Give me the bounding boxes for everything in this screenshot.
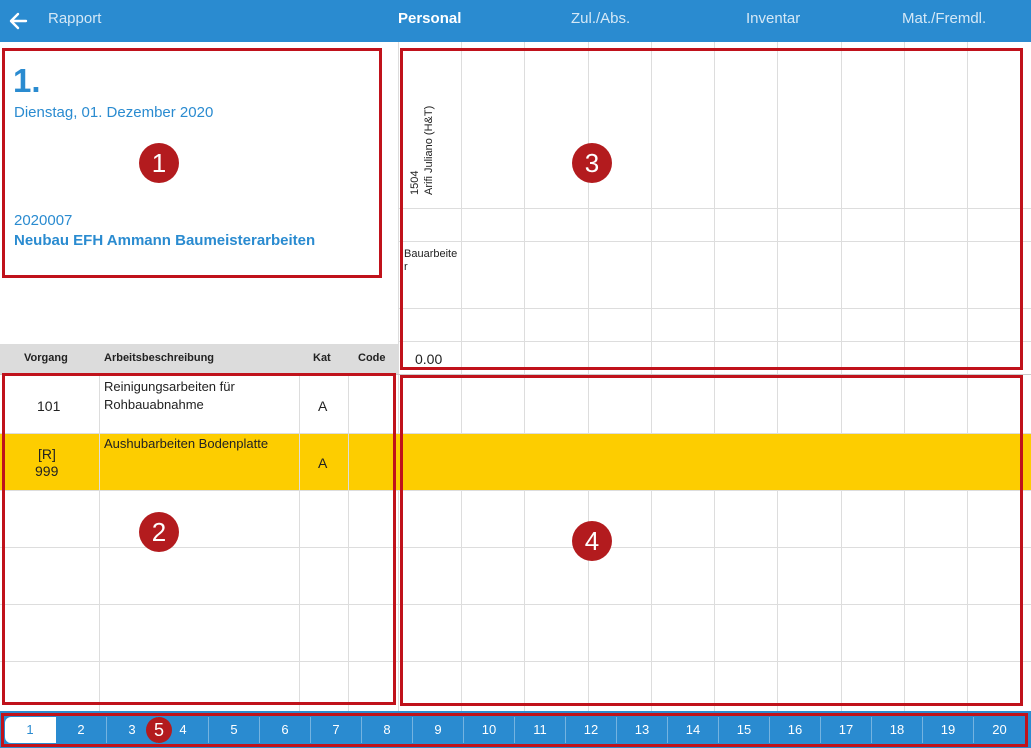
annotation-frame-2 [2, 373, 396, 705]
page-button-1[interactable]: 1 [5, 717, 56, 743]
header-kat: Kat [313, 352, 331, 364]
page-button-11[interactable]: 11 [515, 717, 566, 743]
table-header: Vorgang Arbeitsbeschreibung Kat Code [0, 344, 398, 374]
page-button-2[interactable]: 2 [56, 717, 107, 743]
row-kat: A [318, 398, 328, 414]
annotation-badge-5: 5 [146, 717, 172, 743]
annotation-badge-4: 4 [572, 521, 612, 561]
tab-personal[interactable]: Personal [398, 10, 461, 27]
row-vorgang-line2: 999 [35, 463, 59, 479]
annotation-frame-4 [400, 375, 1023, 706]
back-button-label[interactable]: Rapport [48, 10, 101, 27]
row-kat: A [318, 455, 328, 471]
row-description-line2: Rohbauabnahme [104, 397, 204, 412]
page-button-7[interactable]: 7 [311, 717, 362, 743]
page-button-10[interactable]: 10 [464, 717, 515, 743]
page-button-15[interactable]: 15 [719, 717, 770, 743]
page-button-20[interactable]: 20 [974, 717, 1025, 743]
report-date: Dienstag, 01. Dezember 2020 [14, 104, 214, 121]
worker-number: 1504 [409, 170, 421, 195]
page-button-14[interactable]: 14 [668, 717, 719, 743]
row-description-line1: Aushubarbeiten Bodenplatte [104, 436, 269, 451]
worker-total-hours: 0.00 [415, 351, 443, 367]
header-vorgang: Vorgang [24, 352, 68, 364]
row-vorgang-line1: [R] [38, 446, 56, 462]
annotation-badge-2: 2 [139, 512, 179, 552]
back-arrow-icon[interactable] [6, 8, 32, 34]
row-vorgang: 101 [37, 398, 61, 414]
page-button-6[interactable]: 6 [260, 717, 311, 743]
annotation-badge-1: 1 [139, 143, 179, 183]
annotation-frame-3 [400, 48, 1023, 370]
page-button-13[interactable]: 13 [617, 717, 668, 743]
worker-role: Bauarbeiter [404, 248, 458, 273]
page-button-16[interactable]: 16 [770, 717, 821, 743]
tab-inventar[interactable]: Inventar [746, 10, 800, 27]
project-title: Neubau EFH Ammann Baumeisterarbeiten [14, 232, 316, 249]
page-button-18[interactable]: 18 [872, 717, 923, 743]
row-description-line1: Reinigungsarbeiten für [104, 379, 235, 394]
project-code: 2020007 [14, 212, 73, 229]
page-button-17[interactable]: 17 [821, 717, 872, 743]
page-button-12[interactable]: 12 [566, 717, 617, 743]
page-button-19[interactable]: 19 [923, 717, 974, 743]
page-button-5[interactable]: 5 [209, 717, 260, 743]
header-code: Code [358, 352, 386, 364]
header-arbeitsbeschreibung: Arbeitsbeschreibung [104, 352, 215, 364]
tab-material-fremdleistung[interactable]: Mat./Fremdl. [902, 10, 986, 27]
worker-name[interactable]: Arifi Juliano (H&T) [423, 106, 435, 195]
tab-zulagen-absenzen[interactable]: Zul./Abs. [571, 10, 630, 27]
page-button-8[interactable]: 8 [362, 717, 413, 743]
report-number: 1. [13, 62, 41, 99]
annotation-badge-3: 3 [572, 143, 612, 183]
page-button-9[interactable]: 9 [413, 717, 464, 743]
top-navigation-bar: Rapport Personal Zul./Abs. Inventar Mat.… [0, 0, 1031, 42]
